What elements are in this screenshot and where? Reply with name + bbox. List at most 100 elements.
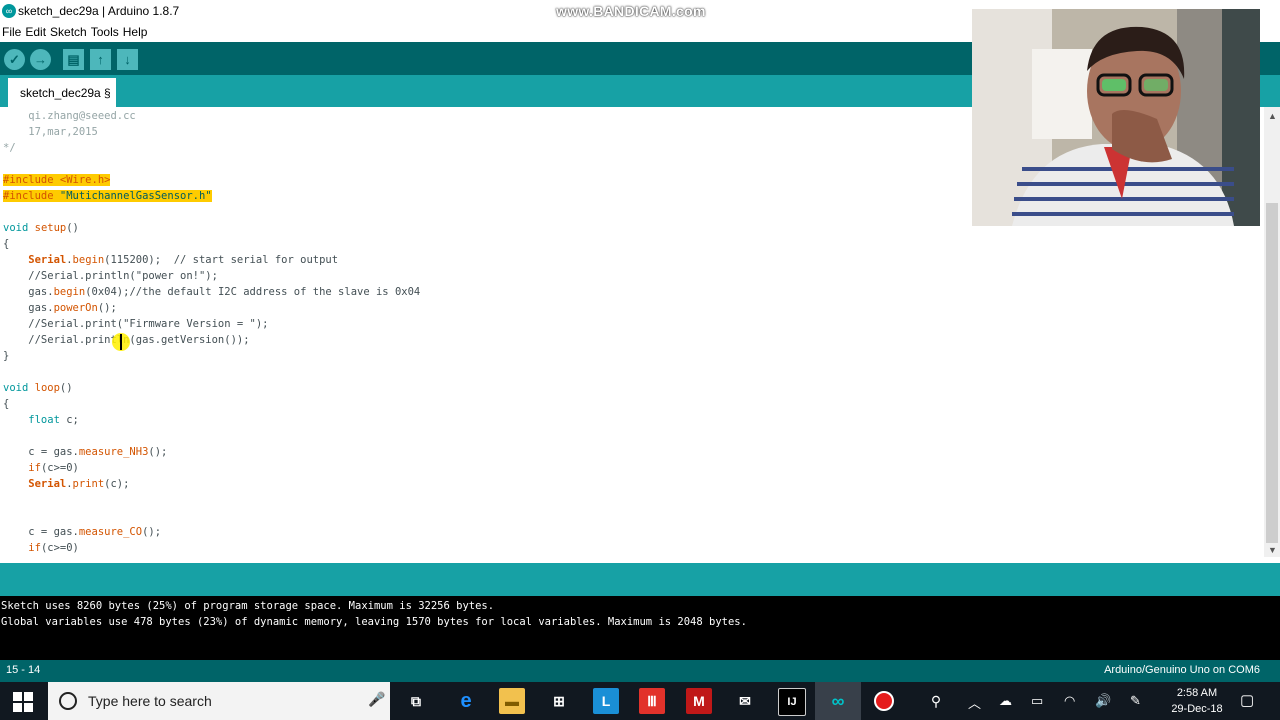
- microphone-icon[interactable]: 🎤: [368, 691, 385, 708]
- serial-object: Serial: [3, 254, 67, 266]
- bandicam-watermark: www.BANDICAM.com: [556, 3, 706, 19]
- webcam-image: [972, 9, 1260, 226]
- save-button[interactable]: ↓: [117, 49, 138, 70]
- menu-help[interactable]: Help: [123, 22, 148, 42]
- code-line: if(c>=0): [3, 540, 79, 556]
- include-keyword: #include: [3, 190, 60, 202]
- code-line: }: [3, 350, 10, 362]
- ibeam-cursor-icon: [120, 334, 122, 350]
- menu-edit[interactable]: Edit: [25, 22, 46, 42]
- begin-fn: begin: [72, 254, 105, 266]
- footer-bar: 15 - 14 Arduino/Genuino Uno on COM6: [0, 660, 1280, 682]
- code-line: c = gas.measure_CO();: [3, 524, 161, 540]
- status-bar: [0, 563, 1280, 596]
- begin-fn: begin: [53, 286, 86, 298]
- console-output: Sketch uses 8260 bytes (25%) of program …: [0, 596, 1280, 660]
- windows-start-icon[interactable]: [12, 691, 34, 713]
- mcafee-icon[interactable]: M: [686, 688, 712, 714]
- verify-button[interactable]: ✓: [4, 49, 25, 70]
- code-line: float c;: [3, 412, 79, 428]
- measure-co-fn: measure_CO: [78, 526, 143, 538]
- code-line: if(c>=0): [3, 460, 79, 476]
- include-gas-sensor: "MutichannelGasSensor.h": [59, 190, 212, 202]
- parens: (): [59, 382, 73, 394]
- open-button[interactable]: ↑: [90, 49, 111, 70]
- record-icon[interactable]: [871, 688, 897, 714]
- code-line: gas.powerOn();: [3, 300, 117, 316]
- tab-label: sketch_dec29a §: [20, 86, 111, 100]
- editor-scrollbar[interactable]: ▲ ▼: [1264, 107, 1280, 557]
- edge-icon[interactable]: e: [453, 688, 479, 714]
- people-icon[interactable]: ⚲: [923, 688, 949, 714]
- mouse-cursor-highlight: [112, 333, 130, 351]
- poweron-fn: powerOn: [53, 302, 98, 314]
- show-hidden-icons[interactable]: ︿: [968, 693, 981, 712]
- code-pre: gas.: [3, 286, 54, 298]
- code-line: {: [3, 238, 10, 250]
- task-view-icon[interactable]: ⧉: [403, 688, 429, 714]
- onedrive-icon[interactable]: ☁: [999, 693, 1012, 709]
- action-center-icon[interactable]: ▢: [1240, 691, 1254, 709]
- loop-function: loop: [28, 382, 60, 394]
- code-rest: ();: [97, 302, 117, 314]
- code-rest: (0x04);//the default I2C address of the …: [85, 286, 421, 298]
- setup-function: setup: [28, 222, 67, 234]
- float-keyword: float: [3, 414, 60, 426]
- tab-sketch[interactable]: sketch_dec29a §: [8, 78, 116, 107]
- l-app-icon[interactable]: L: [593, 688, 619, 714]
- void-keyword: void: [3, 382, 29, 394]
- menu-file[interactable]: File: [2, 22, 21, 42]
- include-wire: #include <Wire.h>: [3, 174, 111, 186]
- window-title: sketch_dec29a | Arduino 1.8.7: [18, 4, 180, 18]
- code-line: //Serial.print("Firmware Version = ");: [3, 318, 269, 330]
- code-line: void setup(): [3, 220, 79, 236]
- code-line: qi.zhang@seeed.cc: [3, 110, 136, 122]
- code-rest: ();: [148, 446, 168, 458]
- scrollbar-thumb[interactable]: [1266, 203, 1278, 543]
- parens: (): [66, 222, 79, 234]
- file-explorer-icon[interactable]: ▬: [499, 688, 525, 714]
- menu-sketch[interactable]: Sketch: [50, 22, 87, 42]
- cortana-icon: [59, 692, 77, 710]
- code-line: c = gas.measure_NH3();: [3, 444, 167, 460]
- volume-icon[interactable]: 🔊: [1095, 693, 1111, 709]
- measure-nh3-fn: measure_NH3: [78, 446, 149, 458]
- bandicam-icon[interactable]: Ⅲ: [639, 688, 665, 714]
- code-line: Serial.begin(115200); // start serial fo…: [3, 252, 338, 268]
- if-keyword: if: [3, 542, 41, 554]
- upload-button[interactable]: →: [30, 49, 51, 70]
- taskbar-search-box[interactable]: Type here to search 🎤: [48, 682, 390, 720]
- code-rest: ();: [142, 526, 162, 538]
- code-pre: c = gas.: [3, 526, 79, 538]
- code-rest: (c>=0): [40, 462, 79, 474]
- print-fn: print: [72, 478, 105, 490]
- scroll-down-icon[interactable]: ▼: [1268, 545, 1277, 555]
- taskbar-clock[interactable]: 2:58 AM 29-Dec-18: [1160, 685, 1234, 717]
- code-pre: c = gas.: [3, 446, 79, 458]
- code-line: void loop(): [3, 380, 73, 396]
- code-line: 17,mar,2015: [3, 126, 98, 138]
- menu-tools[interactable]: Tools: [91, 22, 119, 42]
- windows-taskbar: Type here to search 🎤 ⧉ e ▬ ⊞ L Ⅲ M ✉ IJ…: [0, 682, 1280, 720]
- new-sketch-button[interactable]: ▤: [63, 49, 84, 70]
- scroll-up-icon[interactable]: ▲: [1268, 111, 1277, 121]
- console-line: Sketch uses 8260 bytes (25%) of program …: [1, 600, 495, 612]
- code-line: #include "MutichannelGasSensor.h": [3, 188, 212, 204]
- store-icon[interactable]: ⊞: [546, 688, 572, 714]
- console-line: Global variables use 478 bytes (23%) of …: [1, 616, 747, 628]
- wifi-icon[interactable]: ◠: [1064, 693, 1075, 709]
- serial-object: Serial: [3, 478, 67, 490]
- if-keyword: if: [3, 462, 41, 474]
- arduino-app-icon: ∞: [2, 4, 16, 18]
- battery-icon[interactable]: ▭: [1031, 693, 1043, 709]
- arduino-taskbar-icon[interactable]: ∞: [825, 688, 851, 714]
- clock-date: 29-Dec-18: [1171, 703, 1223, 715]
- code-rest: c;: [59, 414, 79, 426]
- code-line: Serial.print(c);: [3, 476, 129, 492]
- intellij-icon[interactable]: IJ: [778, 688, 806, 716]
- board-port-label: Arduino/Genuino Uno on COM6: [1104, 664, 1260, 676]
- pen-icon[interactable]: ✎: [1130, 693, 1141, 709]
- void-keyword: void: [3, 222, 29, 234]
- mail-icon[interactable]: ✉: [732, 688, 758, 714]
- code-pre: gas.: [3, 302, 54, 314]
